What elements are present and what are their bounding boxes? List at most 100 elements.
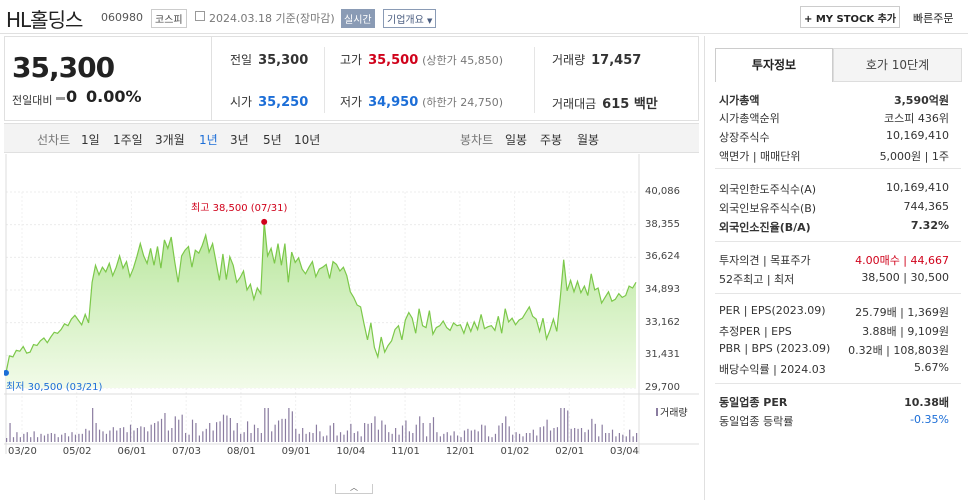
volume-bar bbox=[33, 431, 35, 442]
volume-bar bbox=[377, 429, 380, 442]
realtime-button[interactable]: 실시간 bbox=[341, 9, 375, 28]
candle-weekly[interactable]: 주봉 bbox=[540, 131, 562, 148]
volume-bar bbox=[57, 437, 59, 442]
volume-bar bbox=[577, 428, 579, 442]
price-area bbox=[6, 221, 636, 388]
volume-bar bbox=[154, 423, 156, 442]
stock-title: HL홀딩스 bbox=[6, 8, 83, 32]
company-overview-button[interactable]: 기업개요 ▼ bbox=[383, 9, 437, 28]
volume-bar bbox=[415, 424, 417, 442]
period-1w[interactable]: 1주일 bbox=[113, 131, 143, 148]
tab-order-book[interactable]: 호가 10단계 bbox=[833, 48, 962, 82]
volume-bar bbox=[549, 430, 552, 442]
volume-bar bbox=[126, 432, 128, 442]
volume-bar bbox=[78, 433, 80, 442]
diff-label: 전일대비 bbox=[12, 94, 53, 107]
period-3m[interactable]: 3개월 bbox=[155, 131, 185, 148]
volume-bar bbox=[23, 433, 25, 442]
chart-area[interactable]: 40,086 38,355 36,624 34,893 33,162 31,431 29,7… bbox=[3, 154, 699, 500]
period-1d[interactable]: 1일 bbox=[81, 131, 100, 148]
info-row: 동일업종 등락률 -0.35% bbox=[719, 413, 949, 431]
volume-bar bbox=[98, 429, 101, 442]
y-tick-label: 34,893 bbox=[645, 284, 680, 295]
volume-bar bbox=[329, 425, 331, 442]
period-3y[interactable]: 3년 bbox=[230, 131, 249, 148]
info-value: 5,000원 | 1주 bbox=[879, 150, 949, 163]
volume-bar bbox=[529, 433, 531, 442]
volume-bar bbox=[395, 428, 397, 442]
tab-investment-info[interactable]: 투자정보 bbox=[715, 48, 833, 82]
volume-bar bbox=[401, 425, 404, 442]
volume-bar bbox=[439, 436, 441, 442]
info-value: -0.35% bbox=[910, 413, 949, 426]
volume-bar bbox=[436, 432, 438, 442]
volume-bar bbox=[95, 423, 97, 442]
volume-bar bbox=[295, 428, 297, 442]
stat-high: 고가 35,500 (상한가 45,850) bbox=[340, 53, 504, 68]
info-row: 시가총액순위 코스피 436위 bbox=[719, 110, 949, 128]
volume-bar bbox=[615, 436, 617, 442]
quick-order-button[interactable]: 빠른주문 bbox=[913, 10, 953, 26]
volume-bar bbox=[463, 430, 466, 442]
volume-bar bbox=[30, 437, 32, 442]
volume-bar bbox=[267, 408, 269, 442]
volume-bar bbox=[191, 419, 194, 442]
volume-bar bbox=[567, 410, 569, 442]
info-key: 시가총액 bbox=[719, 94, 760, 107]
volume-bar bbox=[219, 421, 221, 442]
collapse-chart-button[interactable]: ︿ bbox=[335, 484, 373, 494]
volume-bar bbox=[487, 436, 490, 442]
info-row: 배당수익률 | 2024.03 5.67% bbox=[719, 361, 949, 379]
max-marker bbox=[261, 218, 268, 225]
volume-bar bbox=[398, 434, 400, 442]
volume-bar bbox=[143, 427, 145, 442]
my-stock-add-button[interactable]: + MY STOCK 추가 bbox=[800, 6, 900, 28]
info-row: PBR | BPS (2023.09) 0.32배 | 108,803원 bbox=[719, 342, 949, 360]
info-key: PBR | BPS (2023.09) bbox=[719, 342, 831, 355]
x-tick-label: 03/04 bbox=[610, 446, 639, 457]
volume-bar bbox=[453, 431, 455, 442]
stat-prev: 전일 35,300 bbox=[230, 53, 309, 68]
info-divider bbox=[715, 293, 961, 294]
info-key: 외국인소진율(B/A) bbox=[719, 221, 811, 234]
volume-bar bbox=[71, 432, 73, 442]
info-value: 코스피 436위 bbox=[884, 112, 949, 125]
volume-bar bbox=[109, 430, 111, 442]
volume-bar bbox=[174, 416, 176, 442]
volume-bar bbox=[546, 419, 548, 442]
volume-bar bbox=[40, 433, 42, 442]
volume-bar bbox=[584, 432, 586, 442]
volume-bar bbox=[322, 436, 324, 442]
info-value: 38,500 | 30,500 bbox=[861, 271, 949, 284]
company-overview-label: 기업개요 bbox=[387, 15, 424, 26]
info-key: 동일업종 등락률 bbox=[719, 415, 794, 428]
x-tick-label: 08/01 bbox=[226, 446, 256, 457]
candle-monthly[interactable]: 월봉 bbox=[577, 131, 599, 148]
divider bbox=[324, 47, 325, 113]
min-annotation: 최저 30,500 (03/21) bbox=[6, 382, 103, 393]
diff-value: 0 bbox=[66, 87, 78, 106]
candle-daily[interactable]: 일봉 bbox=[505, 131, 527, 148]
volume-bar bbox=[343, 434, 345, 442]
x-tick-label: 01/02 bbox=[500, 446, 530, 457]
current-price: 35,300 bbox=[12, 51, 115, 84]
volume-bar bbox=[212, 430, 214, 442]
period-1y[interactable]: 1년 bbox=[199, 131, 218, 148]
volume-bar bbox=[236, 423, 238, 442]
period-10y[interactable]: 10년 bbox=[294, 131, 320, 148]
stat-volume: 거래량 17,457 bbox=[552, 53, 642, 68]
info-key: PER | EPS(2023.09) bbox=[719, 304, 826, 317]
volume-bar bbox=[419, 416, 421, 442]
volume-legend: 거래량 bbox=[656, 404, 688, 419]
info-divider bbox=[715, 383, 961, 384]
volume-bar bbox=[119, 428, 121, 442]
period-5y[interactable]: 5년 bbox=[263, 131, 282, 148]
line-chart-label: 선차트 bbox=[37, 133, 71, 147]
volume-bar bbox=[632, 436, 634, 442]
volume-bar bbox=[388, 432, 390, 442]
volume-bar bbox=[315, 424, 318, 442]
volume-bar bbox=[481, 424, 483, 442]
volume-bar bbox=[346, 430, 349, 442]
volume-bar bbox=[233, 430, 235, 442]
volume-bar bbox=[625, 436, 627, 442]
